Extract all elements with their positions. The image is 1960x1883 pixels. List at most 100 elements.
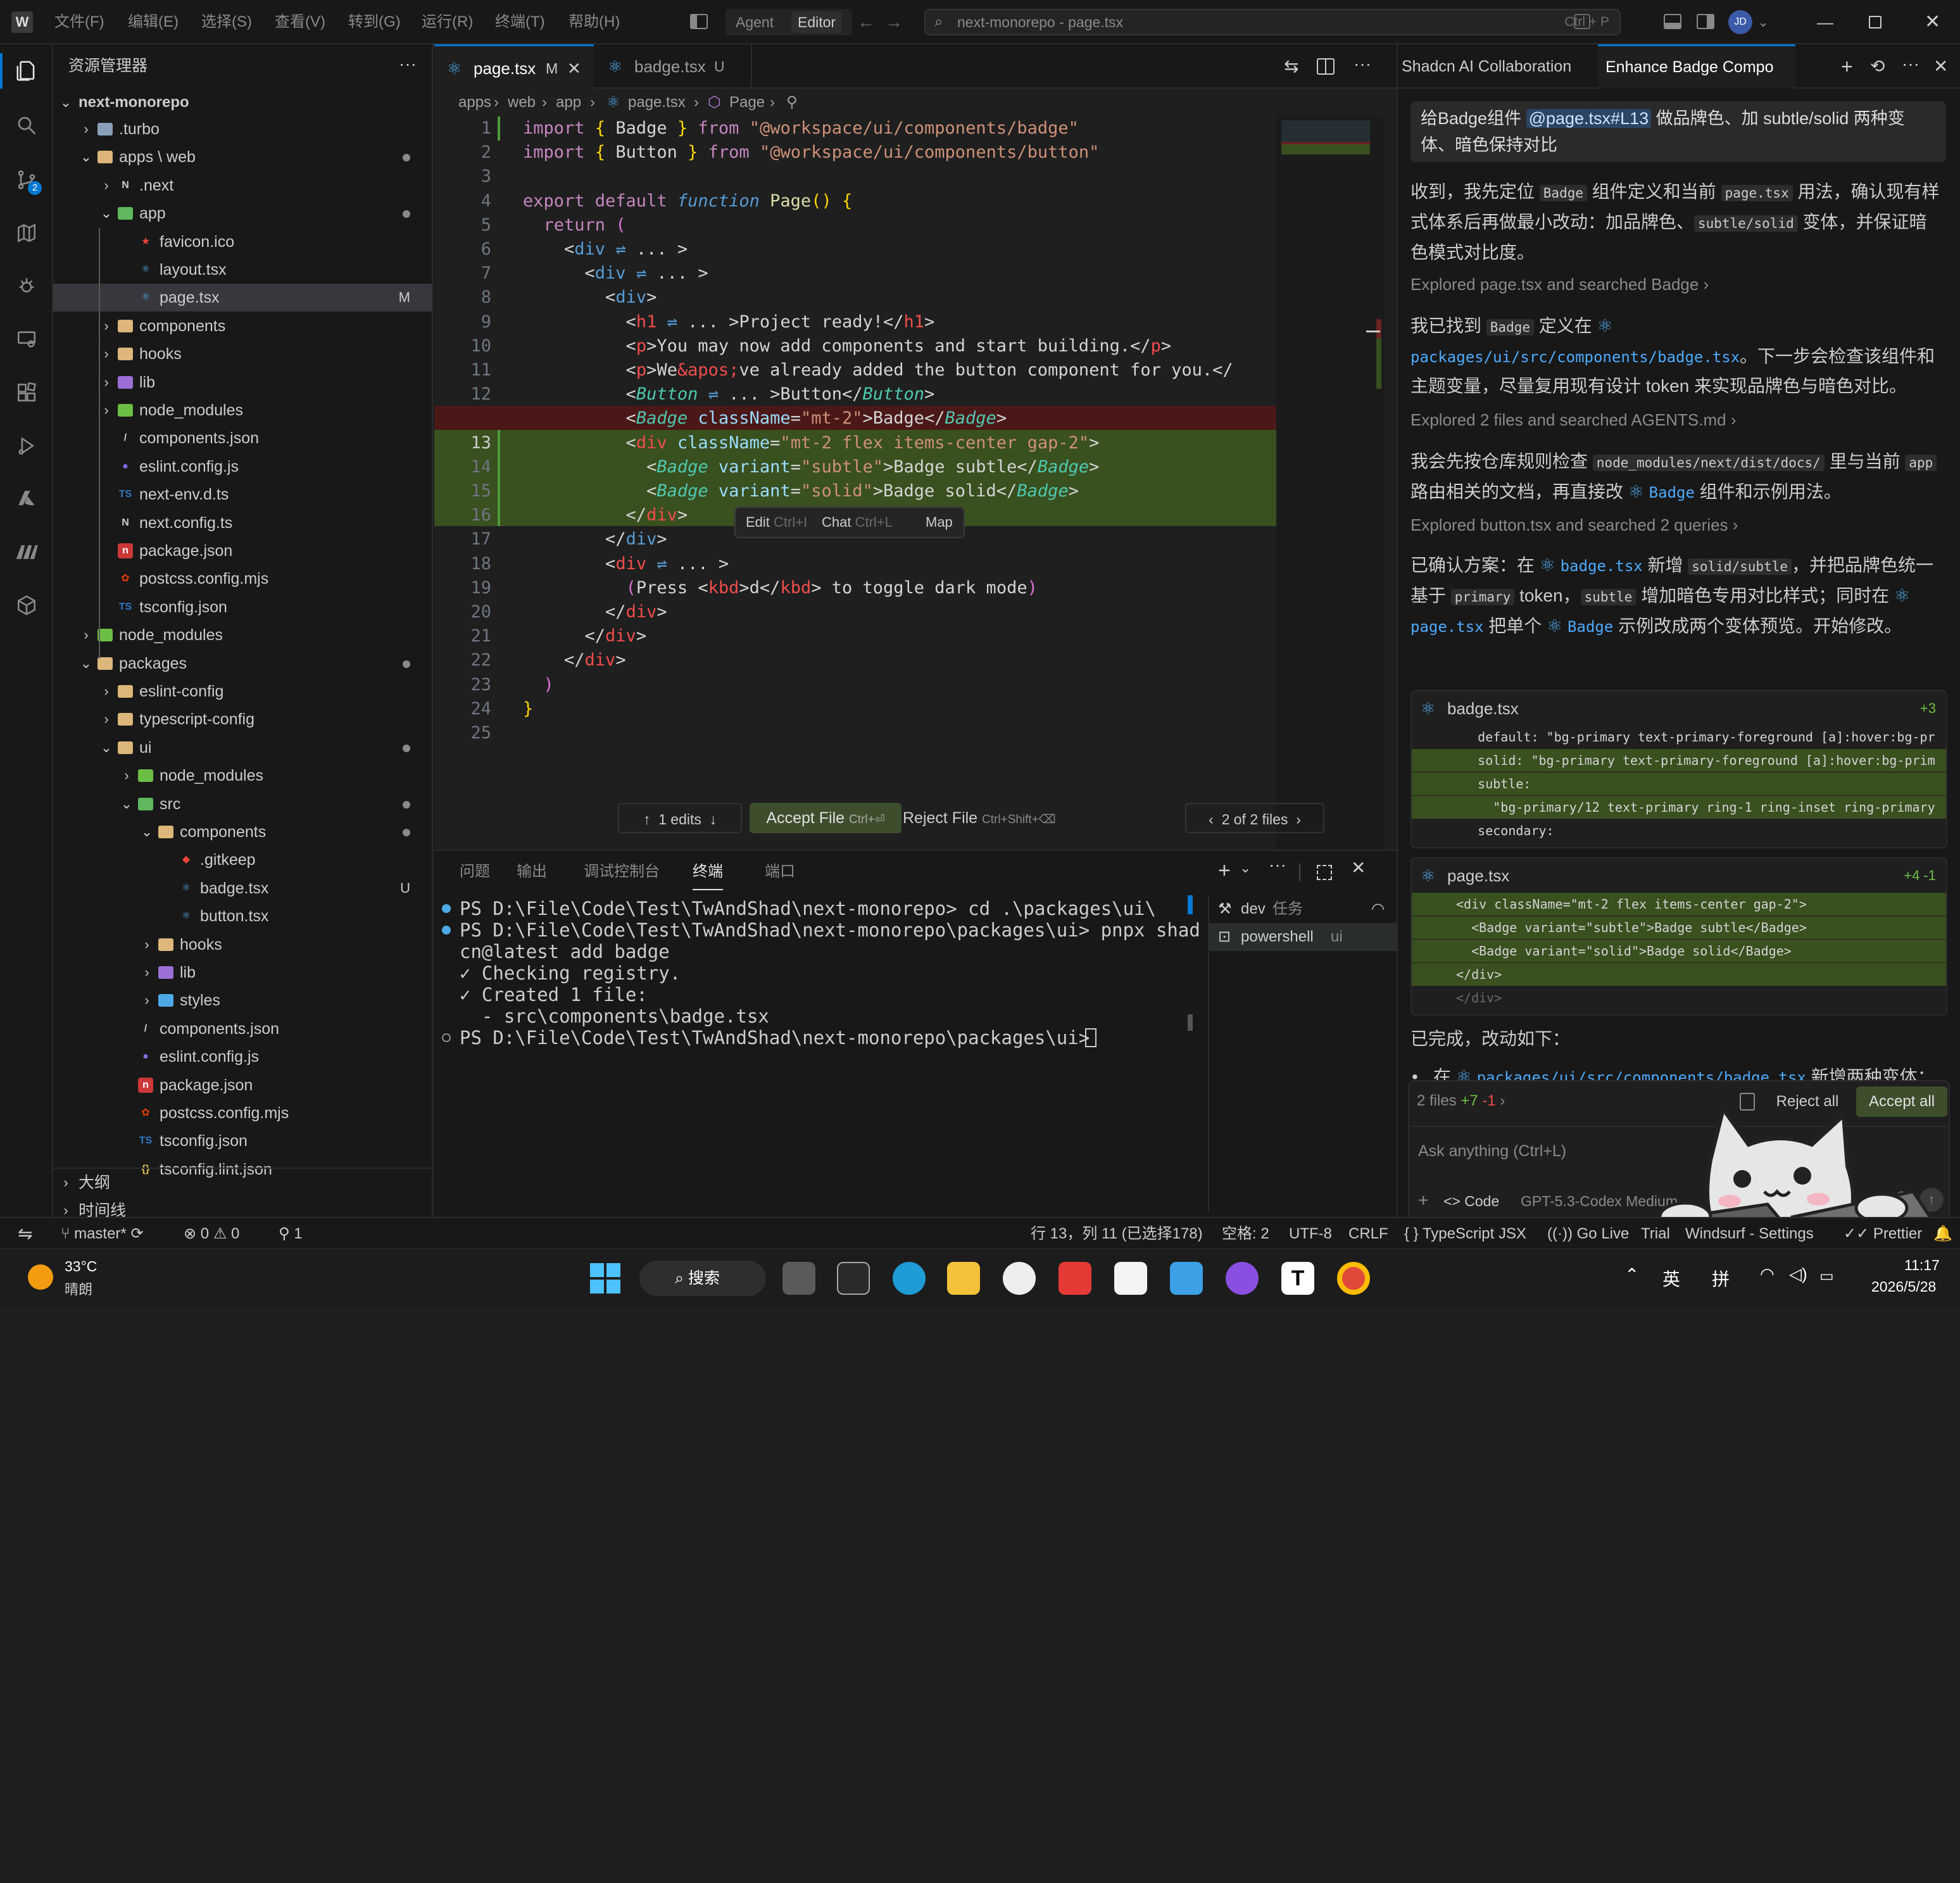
code-line[interactable]: 5 return ( — [434, 213, 1295, 237]
folder-row[interactable]: › eslint-config — [53, 677, 432, 705]
code-line[interactable]: 1 import { Badge } from "@workspace/ui/co… — [434, 117, 1295, 141]
breadcrumb-symbol[interactable]: Page — [729, 89, 765, 117]
inline-chat-button[interactable]: Chat Ctrl+L — [822, 508, 893, 537]
panel-tab[interactable]: 端口 — [765, 851, 795, 893]
chevron-down-icon[interactable]: ⌄ — [1240, 860, 1251, 876]
typora-icon[interactable]: T — [1281, 1262, 1314, 1295]
menu-item[interactable]: 终端(T) — [495, 0, 545, 44]
forward-arrow-icon[interactable]: → — [885, 0, 903, 44]
folder-row[interactable]: ⌄ packages — [53, 650, 432, 677]
folder-row[interactable]: ⌄ src — [53, 790, 432, 818]
red-app-icon[interactable] — [1059, 1262, 1091, 1295]
panel-tab[interactable]: 问题 — [460, 851, 490, 893]
file-row[interactable]: ◆ .gitkeep — [53, 846, 432, 874]
reject-file-button[interactable]: Reject File Ctrl+Shift+⌫ — [903, 803, 1074, 833]
indentation[interactable]: 空格: 2 — [1222, 1218, 1269, 1250]
chevron-right-icon[interactable]: › — [1296, 811, 1301, 828]
trial[interactable]: Trial — [1641, 1218, 1670, 1250]
code-line[interactable]: 12 <Button ⇌ ... >Button</Button> — [434, 382, 1295, 406]
go-live[interactable]: ((·)) Go Live — [1547, 1218, 1629, 1250]
unity-icon[interactable] — [837, 1262, 870, 1295]
folder-row[interactable]: › lib — [53, 959, 432, 986]
close-window-icon[interactable]: ✕ — [1925, 0, 1940, 44]
panel-tab[interactable]: 调试控制台 — [584, 851, 660, 893]
file-link[interactable]: packages/ui/src/components/badge.tsx — [1410, 348, 1740, 366]
extensions-icon[interactable] — [9, 375, 44, 410]
encoding[interactable]: UTF-8 — [1289, 1218, 1332, 1250]
file-explorer-icon[interactable] — [947, 1262, 980, 1295]
symbol-link[interactable]: Badge — [1649, 484, 1695, 501]
code-line[interactable]: 21 </div> — [434, 624, 1295, 648]
problems-count[interactable]: ⊗ 0 ⚠ 0 — [184, 1218, 239, 1250]
notifications-icon[interactable]: 🔔 — [1933, 1218, 1952, 1250]
menu-item[interactable]: 转到(G) — [348, 0, 401, 44]
tab-badge-tsx[interactable]: ⚛ badge.tsx U — [594, 44, 752, 89]
task-view-icon[interactable] — [782, 1262, 815, 1295]
weather-text[interactable]: 晴朗 — [65, 1278, 92, 1299]
folder-row[interactable]: ⌄ app — [53, 199, 432, 227]
code-line[interactable]: 14 <Badge variant="subtle">Badge subtle<… — [434, 455, 1295, 479]
volume-icon[interactable]: ◁) — [1789, 1264, 1807, 1284]
back-arrow-icon[interactable]: ← — [857, 0, 875, 44]
code-line[interactable]: 7 <div ⇌ ... > — [434, 261, 1295, 286]
compare-changes-icon[interactable]: ⇆ — [1284, 44, 1298, 89]
folder-row[interactable]: › components — [53, 312, 432, 340]
code-line[interactable]: 3 — [434, 165, 1295, 189]
qq-icon[interactable] — [1003, 1262, 1036, 1295]
file-link[interactable]: page.tsx — [1410, 618, 1484, 636]
code-line[interactable]: 22 </div> — [434, 648, 1295, 672]
file-row[interactable]: n package.json — [53, 1071, 432, 1099]
prettier[interactable]: ✓✓ Prettier — [1844, 1218, 1922, 1250]
folder-row[interactable]: › N .next — [53, 172, 432, 199]
file-row[interactable]: ● eslint.config.js — [53, 1043, 432, 1071]
mode-selector[interactable]: <> Code — [1443, 1193, 1499, 1210]
code-line[interactable]: 13 <div className="mt-2 flex items-cente… — [434, 431, 1295, 455]
edge-icon[interactable] — [893, 1262, 926, 1295]
file-reference[interactable]: @page.tsx#L13 — [1526, 109, 1652, 128]
maximize-icon[interactable] — [1869, 16, 1881, 28]
taskbar-search[interactable]: ⌕ 搜索 — [639, 1261, 766, 1296]
ports-count[interactable]: ⚲ 1 — [279, 1218, 303, 1250]
file-row[interactable]: TS next-env.d.ts — [53, 481, 432, 508]
tab-page-tsx[interactable]: ⚛ page.tsx M ✕ — [434, 44, 594, 89]
inline-edit-button[interactable]: Edit Ctrl+I — [746, 508, 807, 537]
menu-item[interactable]: 查看(V) — [275, 0, 325, 44]
file-row[interactable]: ✿ postcss.config.mjs — [53, 565, 432, 593]
code-line[interactable]: <Badge className="mt-2">Badge</Badge> — [434, 406, 1295, 431]
agent-tab[interactable]: Agent — [736, 9, 774, 35]
diff-card-badge[interactable]: ⚛ badge.tsx +3 default: "bg-primary text… — [1410, 690, 1947, 848]
run-extension-icon[interactable] — [9, 428, 44, 463]
terminal-view[interactable]: PS D:\File\Code\Test\TwAndShad\next-mono… — [434, 895, 1200, 1212]
accept-file-button[interactable]: Accept File Ctrl+⏎ — [750, 803, 901, 833]
inline-map-button[interactable]: Map — [926, 508, 953, 537]
add-context-icon[interactable]: + — [1418, 1190, 1428, 1211]
code-line[interactable]: 15 <Badge variant="solid">Badge solid</B… — [434, 479, 1295, 503]
workspace-root[interactable]: ⌄ next-monorepo — [53, 90, 432, 115]
terminal-item-powershell[interactable]: ⊡ powershell ui — [1209, 923, 1397, 951]
breadcrumb-app[interactable]: app — [556, 89, 581, 117]
command-search-box[interactable]: ⌕ next-monorepo - page.tsx Ctrl + P — [924, 9, 1621, 35]
search-icon[interactable] — [9, 108, 44, 143]
wifi-icon[interactable]: ◠ — [1760, 1264, 1775, 1284]
folder-row[interactable]: › .turbo — [53, 115, 432, 143]
folder-row[interactable]: › node_modules — [53, 762, 432, 790]
git-branch[interactable]: ⑂ master* ⟳ — [61, 1218, 144, 1250]
weather-icon[interactable] — [28, 1264, 53, 1290]
purple-app-icon[interactable] — [1226, 1262, 1259, 1295]
menu-item[interactable]: 运行(R) — [422, 0, 473, 44]
folder-row[interactable]: › node_modules — [53, 621, 432, 649]
arrow-down-icon[interactable]: ↓ — [710, 811, 717, 828]
folder-row[interactable]: › hooks — [53, 340, 432, 368]
file-row[interactable]: ★ favicon.ico — [53, 228, 432, 256]
clock-date[interactable]: 2026/5/28 — [1871, 1278, 1936, 1295]
folder-row[interactable]: › hooks — [53, 931, 432, 959]
menu-item[interactable]: 文件(F) — [54, 0, 104, 44]
close-tab-icon[interactable]: ✕ — [567, 46, 581, 91]
minimize-icon[interactable]: — — [1817, 0, 1833, 44]
file-row[interactable]: TS tsconfig.json — [53, 1127, 432, 1155]
chat-tab-1[interactable]: Shadcn AI Collaboration — [1402, 44, 1592, 89]
file-row[interactable]: n package.json — [53, 537, 432, 565]
remote-explorer-icon[interactable] — [9, 322, 44, 357]
add-terminal-icon[interactable]: + — [1218, 859, 1231, 883]
chrome-icon[interactable] — [1337, 1262, 1370, 1295]
